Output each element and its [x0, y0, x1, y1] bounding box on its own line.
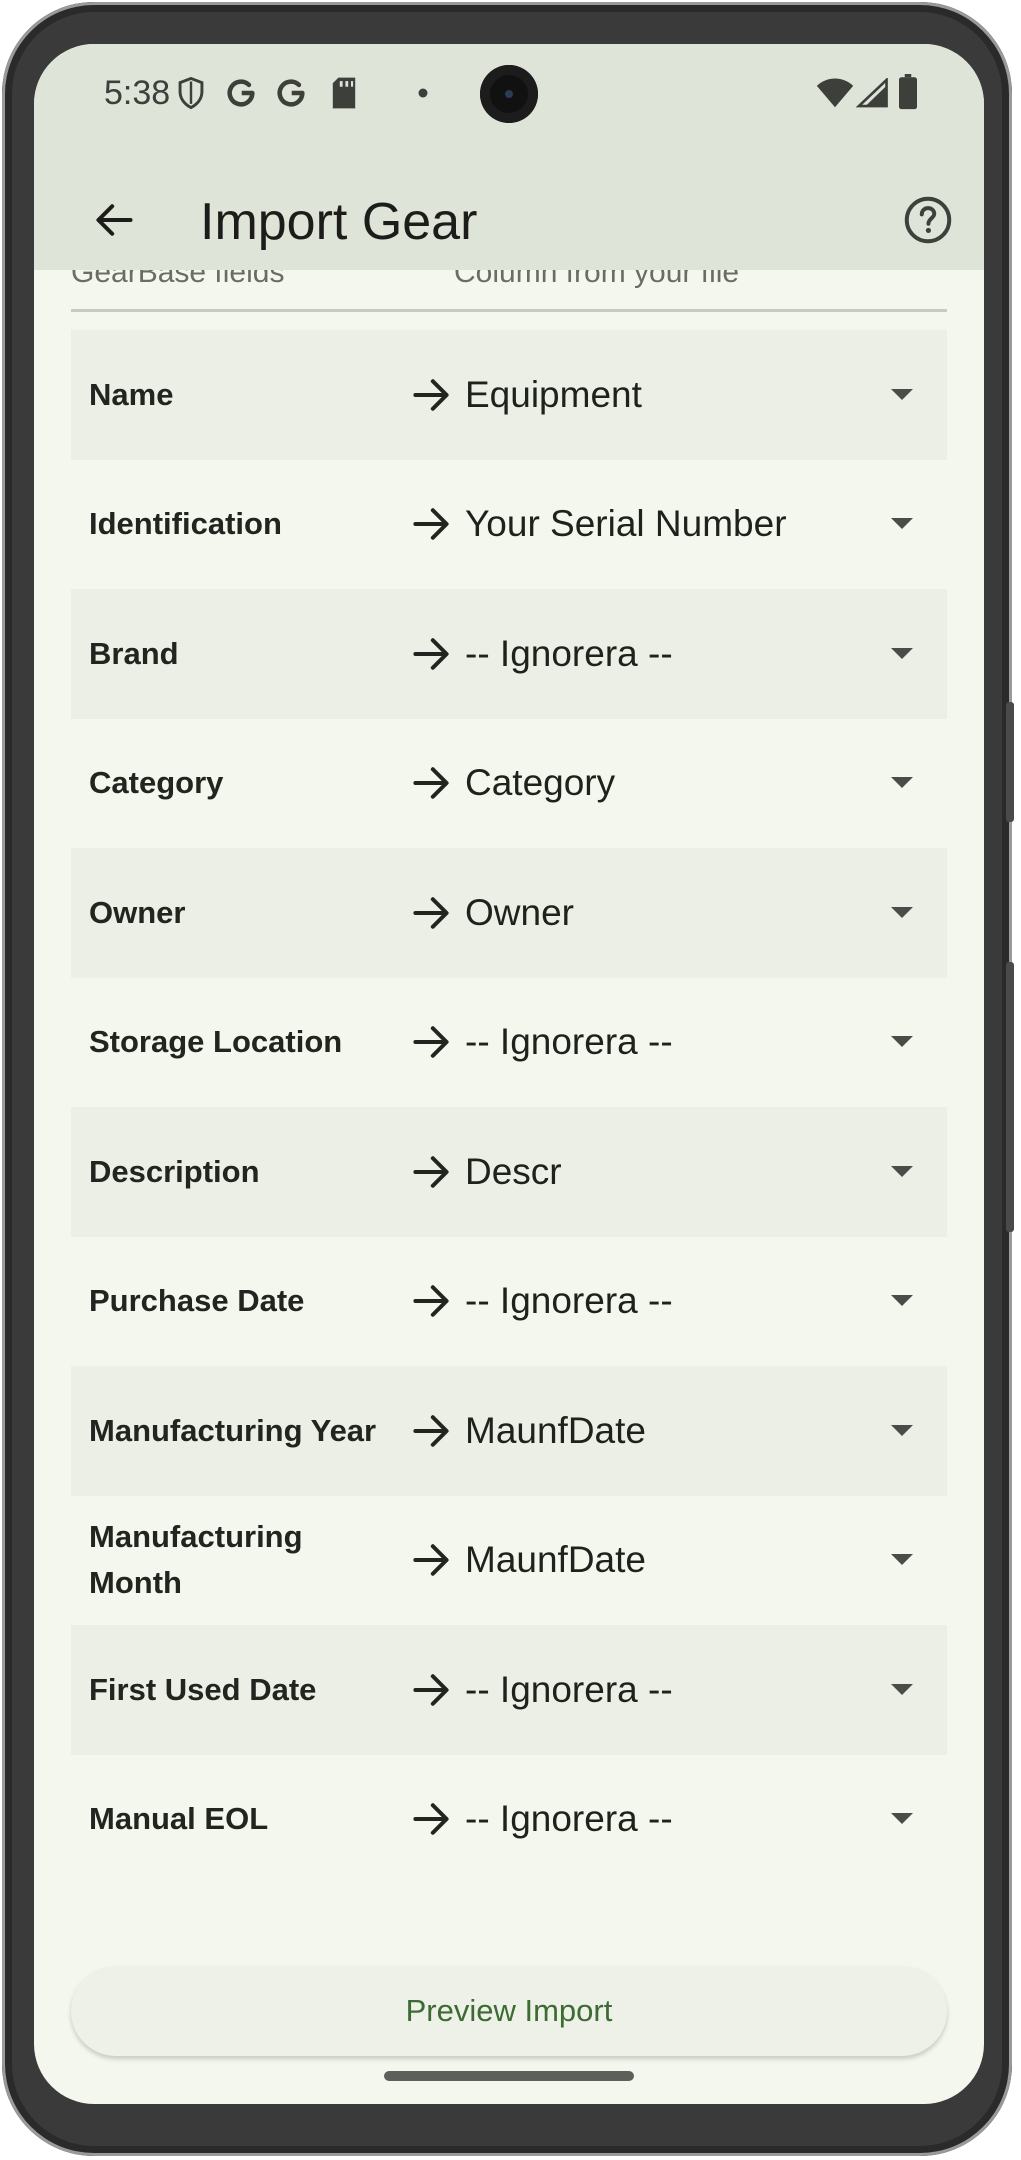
volume-button: [1006, 702, 1014, 822]
mapping-row: Description Descr: [71, 1107, 947, 1237]
mapping-row: Manufacturing Month MaunfDate: [71, 1496, 947, 1626]
arrow-right-icon: [413, 767, 449, 800]
mapping-row: Manual EOL -- Ignorera --: [71, 1755, 947, 1885]
caret-down-icon: [891, 777, 913, 789]
column-select-dropdown[interactable]: [601, 330, 947, 460]
field-label: Name: [89, 376, 174, 412]
arrow-right-icon: [413, 1673, 449, 1706]
mapping-row: Purchase Date -- Ignorera --: [71, 1237, 947, 1367]
header-divider: [71, 309, 947, 312]
google-icon: [227, 79, 255, 107]
mapping-row: Owner Owner: [71, 848, 947, 978]
field-label: First Used Date: [89, 1671, 317, 1707]
arrow-right-icon: [413, 378, 449, 411]
arrow-right-icon: [413, 1026, 449, 1059]
column-select-dropdown[interactable]: [601, 460, 947, 590]
column-select-value: Descr: [465, 1150, 562, 1192]
caret-down-icon: [891, 647, 913, 659]
notification-dot-icon: [418, 88, 428, 98]
column-select-dropdown[interactable]: [601, 1237, 947, 1367]
field-label: Brand: [89, 635, 179, 671]
arrow-left-icon: [96, 204, 133, 236]
preview-import-button[interactable]: Preview Import: [71, 1966, 947, 2056]
field-label: Owner: [89, 894, 186, 930]
mapping-row: Storage Location -- Ignorera --: [71, 978, 947, 1108]
caret-down-icon: [891, 388, 913, 400]
column-header-file: Column from your file: [454, 270, 740, 289]
caret-down-icon: [891, 1165, 913, 1177]
column-select-dropdown[interactable]: [601, 719, 947, 849]
field-label: Storage Location: [89, 1024, 343, 1060]
mapping-row: Category Category: [71, 719, 947, 849]
field-label: Manufacturing Year: [89, 1412, 377, 1448]
caret-down-icon: [891, 1036, 913, 1048]
field-label: Purchase Date: [89, 1283, 305, 1319]
arrow-right-icon: [413, 896, 449, 929]
column-select-dropdown[interactable]: [601, 1366, 947, 1496]
field-label: Category: [89, 765, 224, 801]
page-title: Import Gear: [200, 193, 478, 251]
arrow-right-icon: [413, 1803, 449, 1836]
field-label: Identification: [89, 506, 282, 542]
field-label: Manual EOL: [89, 1801, 269, 1837]
column-select-dropdown[interactable]: [601, 1755, 947, 1885]
caret-down-icon: [891, 906, 913, 918]
caret-down-icon: [891, 1424, 913, 1436]
arrow-right-icon: [413, 1155, 449, 1188]
shield-icon: [178, 76, 204, 110]
battery-icon: [899, 74, 917, 110]
status-bar: 5:38: [34, 44, 984, 154]
mapping-row: Manufacturing Year MaunfDate: [71, 1366, 947, 1496]
home-indicator[interactable]: [384, 2071, 634, 2081]
google-icon: [277, 79, 305, 107]
caret-down-icon: [891, 518, 913, 530]
mapping-row: Identification Your Serial Number: [71, 460, 947, 590]
cell-signal-icon: [856, 78, 888, 108]
phone-frame: 5:38 Import Gear GearBase fields Column …: [2, 2, 1014, 2156]
field-label: Description: [89, 1153, 260, 1189]
screen: 5:38 Import Gear GearBase fields Column …: [34, 44, 984, 2104]
column-select-dropdown[interactable]: [601, 589, 947, 719]
mapping-rows: Name Equipment Identification Your Serial N…: [71, 330, 947, 1884]
caret-down-icon: [891, 1554, 913, 1566]
column-header-fields: GearBase fields: [71, 270, 285, 289]
column-select-dropdown[interactable]: [601, 848, 947, 978]
field-label: Manufacturing Month: [89, 1519, 303, 1601]
arrow-right-icon: [413, 508, 449, 541]
column-select-value: Category: [465, 762, 616, 804]
front-camera: [480, 65, 538, 123]
caret-down-icon: [891, 1295, 913, 1307]
mapping-row: Brand -- Ignorera --: [71, 589, 947, 719]
arrow-right-icon: [413, 1285, 449, 1318]
help-button[interactable]: [888, 180, 968, 260]
sd-card-icon: [332, 77, 356, 109]
column-select-dropdown[interactable]: [601, 1496, 947, 1626]
arrow-right-icon: [413, 1414, 449, 1447]
caret-down-icon: [891, 1683, 913, 1695]
column-select-dropdown[interactable]: [601, 1625, 947, 1755]
caret-down-icon: [891, 1813, 913, 1825]
power-button: [1006, 962, 1014, 1232]
arrow-right-icon: [413, 1544, 449, 1577]
wifi-icon: [816, 78, 854, 108]
status-time: 5:38: [104, 74, 171, 112]
arrow-right-icon: [413, 637, 449, 670]
app-bar: 5:38 Import Gear: [34, 44, 984, 270]
column-select-dropdown[interactable]: [601, 1107, 947, 1237]
mapping-row: First Used Date -- Ignorera --: [71, 1625, 947, 1755]
back-button[interactable]: [74, 180, 154, 260]
mapping-row: Name Equipment: [71, 330, 947, 460]
column-select-dropdown[interactable]: [601, 978, 947, 1108]
column-select-value: Owner: [465, 891, 574, 933]
help-circle-icon: [904, 196, 952, 244]
